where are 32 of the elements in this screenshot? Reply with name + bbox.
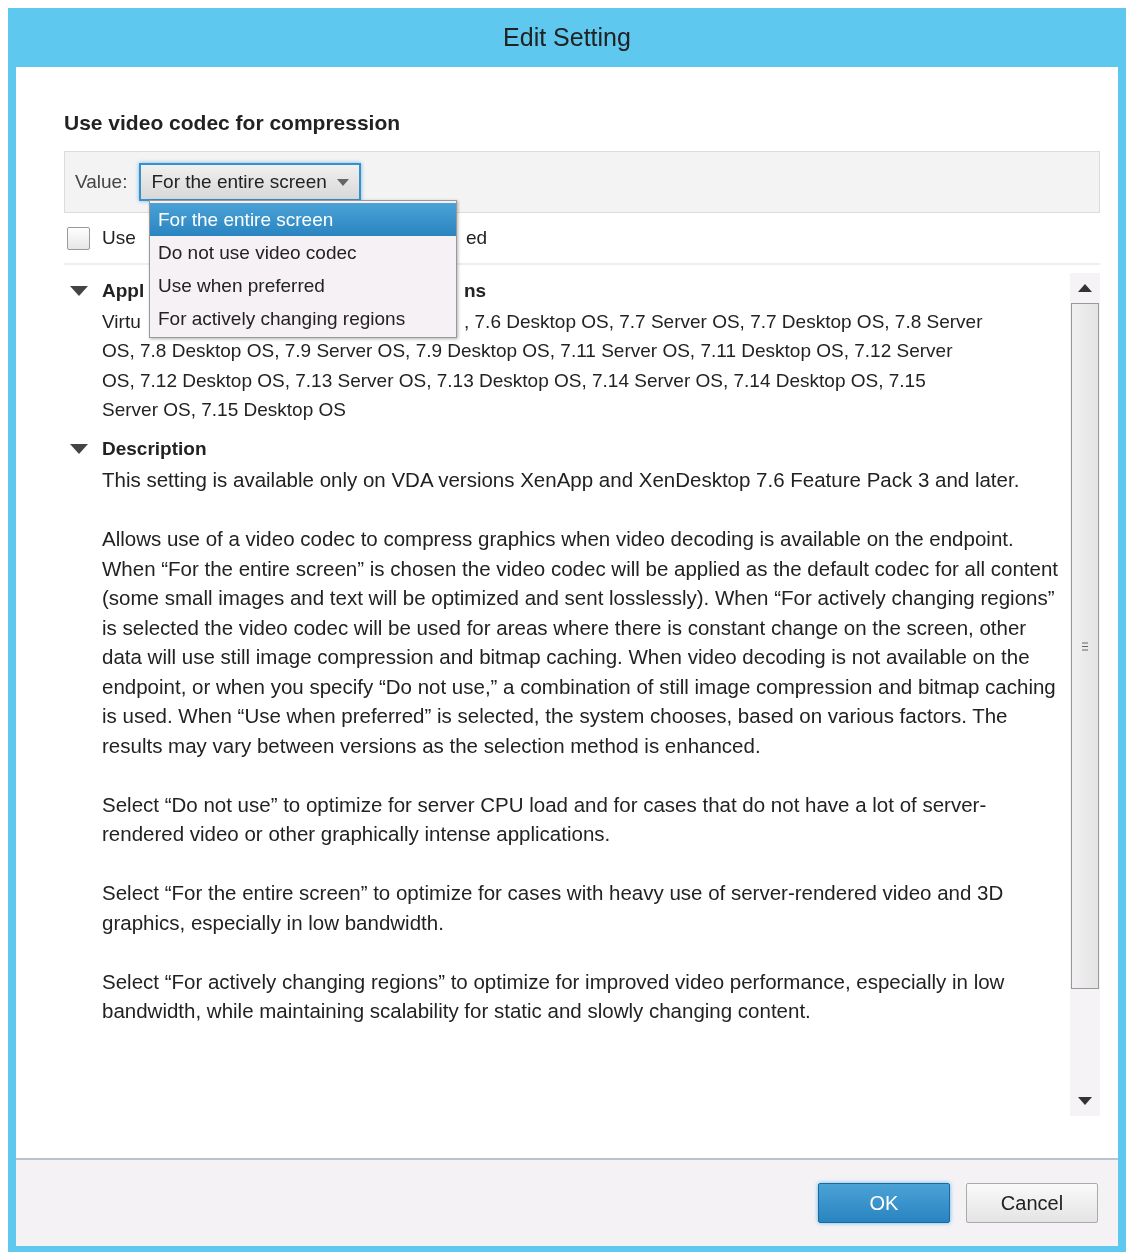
- checkbox[interactable]: [67, 226, 90, 250]
- scroll-up-icon[interactable]: [1078, 283, 1092, 293]
- dropdown-option[interactable]: For actively changing regions: [150, 302, 456, 335]
- scrollbar[interactable]: [1070, 273, 1100, 1116]
- section-heading: Description: [102, 438, 207, 460]
- scroll-thumb[interactable]: [1071, 303, 1099, 989]
- expander-icon[interactable]: [70, 443, 88, 455]
- description-paragraph: Select “For the entire screen” to optimize for cases with heavy use of server-rendered video and 3D graphics, especially in low bandwidth.: [102, 880, 1005, 936]
- expander-icon[interactable]: [70, 285, 88, 297]
- window-title: Edit Setting: [502, 22, 632, 53]
- versions-text: Virtu: [102, 310, 141, 332]
- description-paragraph: Select “For actively changing regions” to optimize for improved video performance, especially in low bandwidth, while maintaining scalability for static and slowly changing content.: [102, 968, 1006, 1024]
- section-heading: ns: [464, 280, 487, 302]
- versions-text: OS, 7.12 Desktop OS, 7.13 Server OS, 7.13 Desktop OS, 7.14 Server OS, 7.14 Desktop OS, 7.15: [102, 369, 926, 392]
- value-label: Value:: [75, 171, 128, 193]
- dropdown-option[interactable]: Do not use video codec: [150, 236, 456, 269]
- versions-text: , 7.6 Desktop OS, 7.7 Server OS, 7.7 Desktop OS, 7.8 Server: [464, 310, 983, 333]
- setting-heading: Use video codec for compression: [64, 111, 402, 135]
- cancel-button[interactable]: Cancel: [966, 1183, 1098, 1223]
- value-dropdown[interactable]: For the entire screen: [139, 163, 361, 201]
- section-heading: Appl: [102, 280, 145, 301]
- description-paragraph: This setting is available only on VDA versions XenApp and XenDesktop 7.6 Feature Pack 3 and later.: [102, 467, 1021, 493]
- description-paragraph: Allows use of a video codec to compress graphics when video decoding is available on the endpoint. When “For the entire screen” is chosen the video codec will be applied as the default codec for all content (some small images and text will be optimized and sent losslessly). When “For actively changing regions” is selected the video codec will be used for areas where there is constant change on the screen, other data will use still image compression and bitmap caching. When video decoding is not available on the endpoint, or when you specify “Do not use,” a combination of still image compression and bitmap caching is used. When “Use when preferred” is selected, the system chooses, based on various factors. The results may vary between versions as the selection method is enhanced.: [102, 526, 1060, 759]
- checkbox-label: Use: [102, 227, 136, 248]
- description-paragraph: Select “Do not use” to optimize for server CPU load and for cases that do not have a lot of server-rendered video or other graphically intense applications.: [102, 791, 988, 847]
- versions-text: OS, 7.8 Desktop OS, 7.9 Server OS, 7.9 Desktop OS, 7.11 Server OS, 7.11 Desktop OS, 7.12 Server: [102, 340, 953, 363]
- caret-icon: [336, 178, 349, 186]
- checkbox-label: ed: [466, 227, 488, 249]
- grip-icon: [1081, 641, 1089, 651]
- scroll-down-icon[interactable]: [1078, 1096, 1092, 1106]
- dropdown-option[interactable]: Use when preferred: [150, 269, 456, 302]
- versions-text: Server OS, 7.15 Desktop OS: [102, 399, 346, 422]
